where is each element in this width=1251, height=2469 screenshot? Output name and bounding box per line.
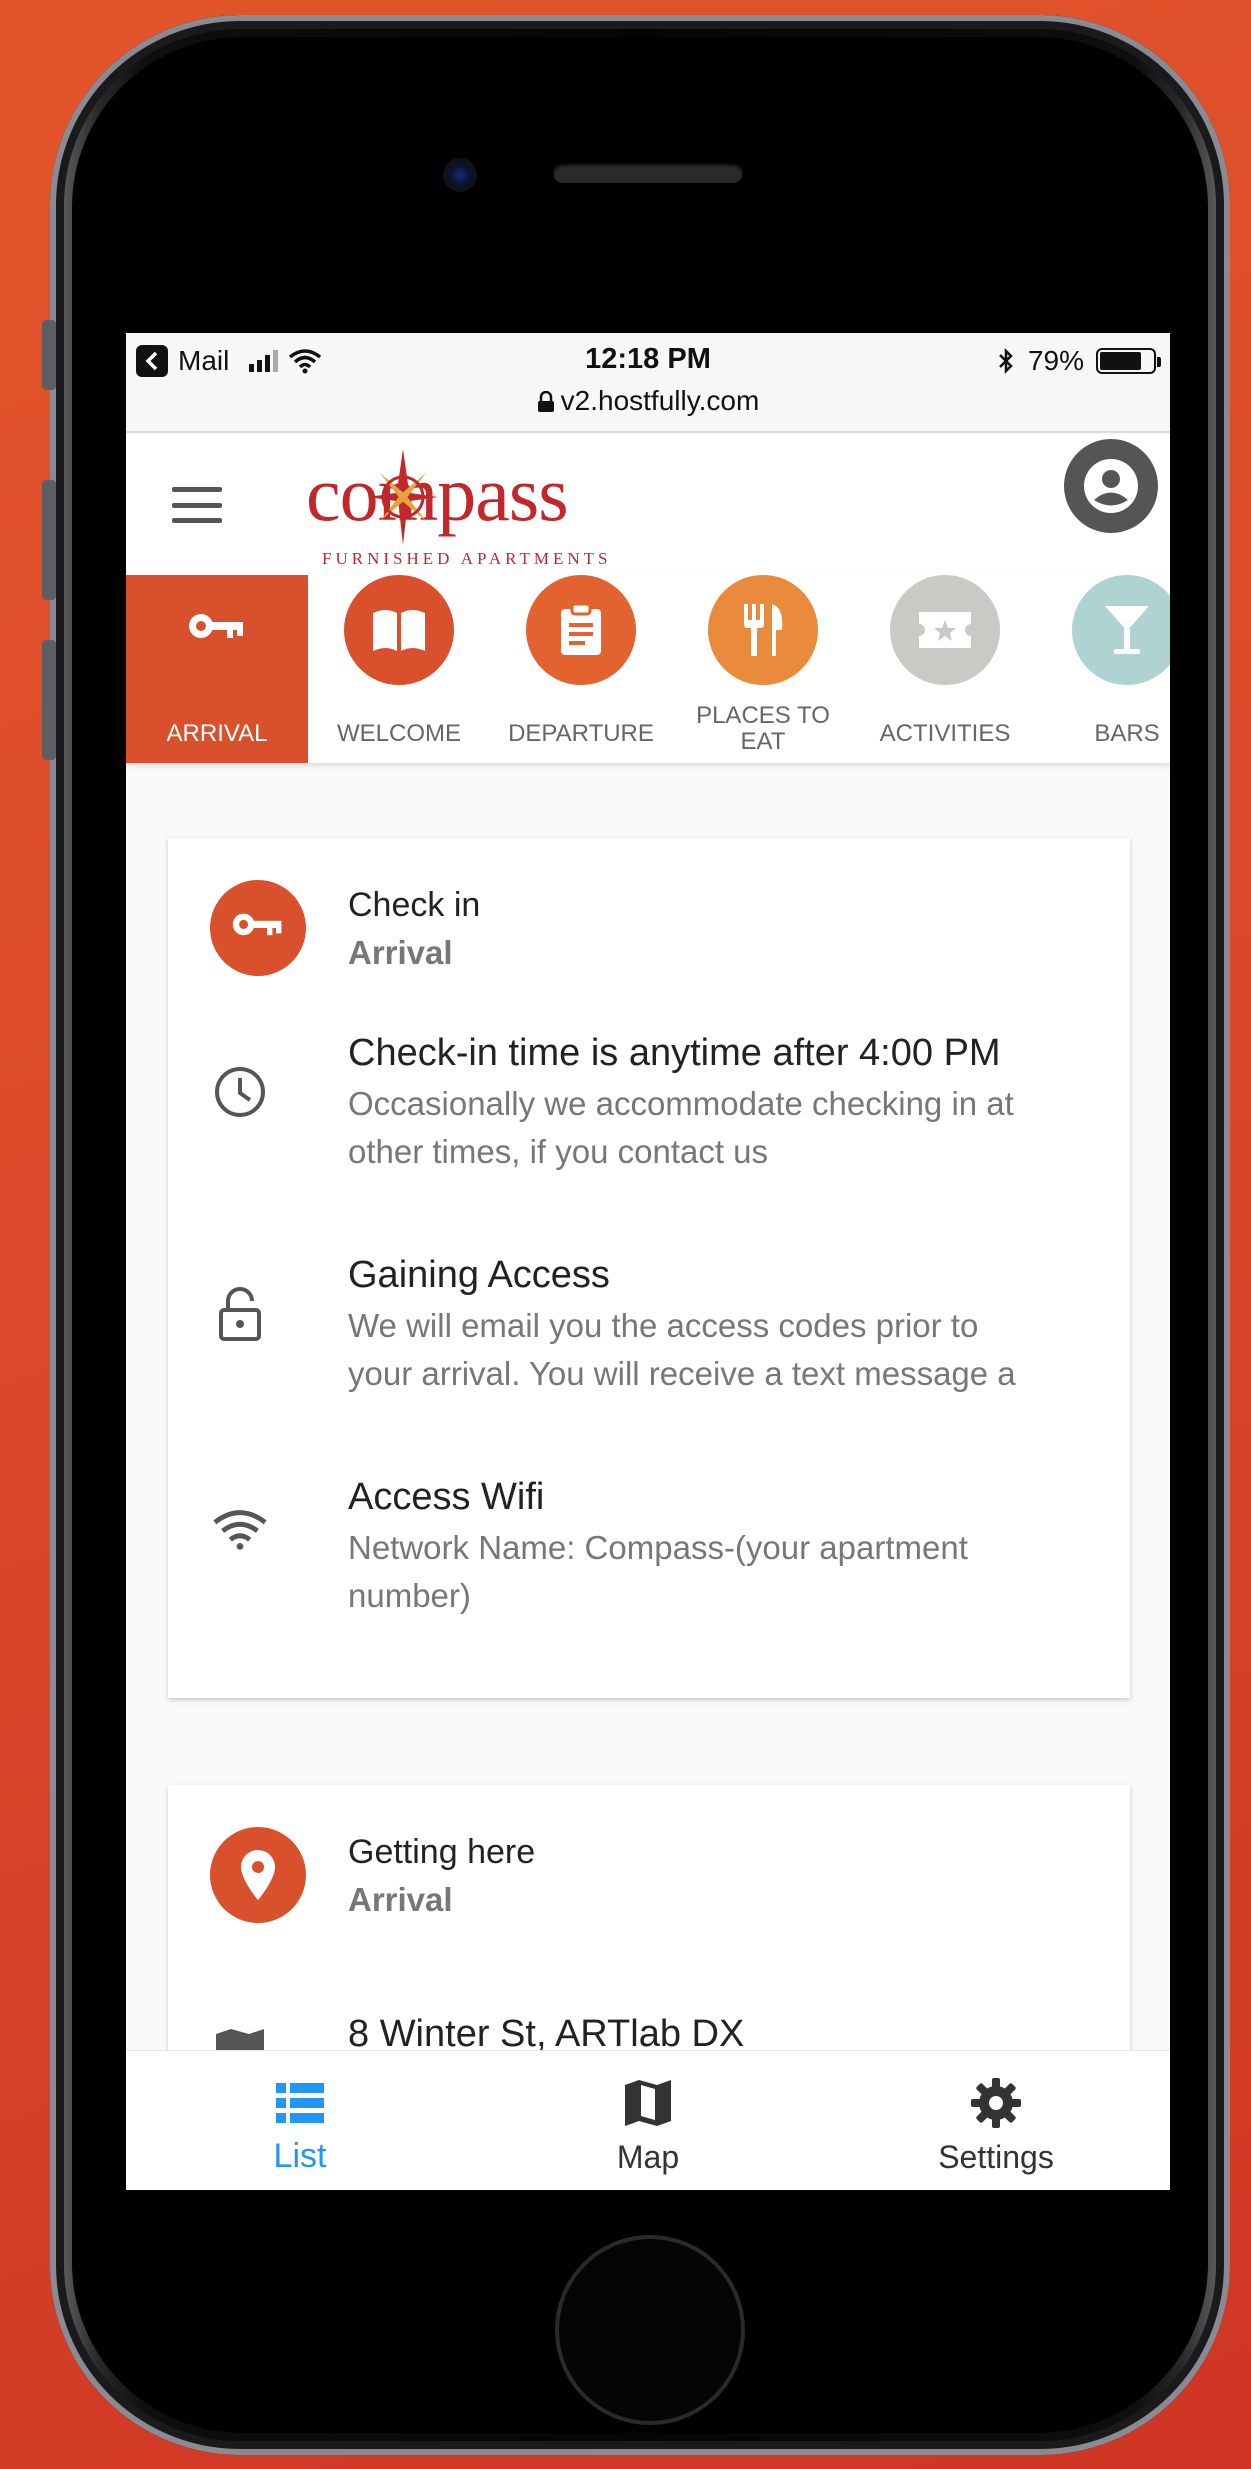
tab-bars[interactable]: BARS bbox=[1036, 575, 1170, 763]
logo-subtitle: FURNISHED APARTMENTS bbox=[322, 549, 612, 568]
nav-label: List bbox=[273, 2137, 327, 2175]
app-header: compass FURNISHED APARTMENTS bbox=[126, 435, 1170, 575]
row-title: Check-in time is anytime after 4:00 PM bbox=[348, 1032, 1001, 1074]
card-title: Getting here bbox=[348, 1833, 536, 1871]
battery-percent: 79% bbox=[1027, 345, 1084, 376]
phone-screen: Mail 12:18 PM v2.hostfully.com 79% compa… bbox=[126, 333, 1170, 2190]
earpiece-speaker bbox=[553, 163, 743, 183]
tab-label: BARS bbox=[1094, 720, 1160, 747]
bluetooth-icon bbox=[999, 347, 1013, 375]
row-title: Access Wifi bbox=[348, 1476, 545, 1518]
account-avatar-button[interactable] bbox=[1064, 439, 1158, 533]
nav-label: Map bbox=[616, 2139, 680, 2175]
check-in-card[interactable]: Check in Arrival Check-in time is anytim… bbox=[168, 838, 1130, 1698]
row-description: We will email you the access codes prior… bbox=[348, 1307, 1016, 1392]
nav-label: Settings bbox=[938, 2139, 1054, 2175]
key-icon bbox=[162, 575, 272, 685]
tab-label: ARRIVAL bbox=[166, 720, 268, 747]
row-description: Network Name: Compass-(your apartment num… bbox=[348, 1529, 968, 1614]
user-circle-icon bbox=[1084, 459, 1138, 513]
tab-arrival[interactable]: ARRIVAL bbox=[126, 575, 308, 763]
row-title: Gaining Access bbox=[348, 1254, 610, 1296]
url-text: v2.hostfully.com bbox=[560, 385, 760, 416]
compass-logo[interactable]: compass FURNISHED APARTMENTS bbox=[306, 445, 646, 570]
tab-label: ACTIVITIES bbox=[879, 720, 1011, 747]
clock-icon bbox=[212, 1064, 268, 1120]
gear-icon bbox=[966, 2073, 1026, 2133]
card-subtitle: Arrival bbox=[348, 934, 453, 971]
address-bar[interactable]: v2.hostfully.com bbox=[126, 385, 1170, 417]
tab-activities[interactable]: ACTIVITIES bbox=[854, 575, 1036, 763]
menu-icon[interactable] bbox=[172, 487, 222, 523]
category-tabs: ARRIVAL WELCOME DEPARTURE PLACES TO EAT A… bbox=[126, 575, 1170, 763]
compass-star-icon bbox=[368, 449, 438, 545]
map-icon bbox=[618, 2073, 678, 2133]
tab-label: PLACES TO EAT bbox=[696, 702, 830, 755]
ticket-icon bbox=[890, 575, 1000, 685]
tab-places-to-eat[interactable]: PLACES TO EAT bbox=[672, 575, 854, 763]
card-subtitle: Arrival bbox=[348, 1881, 453, 1918]
battery-icon bbox=[1096, 348, 1161, 374]
padlock-icon bbox=[537, 390, 554, 412]
nav-settings[interactable]: Settings bbox=[822, 2051, 1170, 2190]
tab-label: WELCOME bbox=[336, 720, 461, 747]
wifi-icon bbox=[212, 1502, 268, 1558]
row-description: Occasionally we accommodate checking in … bbox=[348, 1085, 1014, 1170]
mute-switch bbox=[42, 320, 56, 390]
volume-down-button bbox=[42, 640, 56, 760]
cocktail-icon bbox=[1072, 575, 1170, 685]
nav-list[interactable]: List bbox=[126, 2051, 474, 2190]
list-icon bbox=[270, 2073, 330, 2133]
book-icon bbox=[344, 575, 454, 685]
status-bar: Mail 12:18 PM v2.hostfully.com 79% bbox=[126, 333, 1170, 433]
fork-knife-icon bbox=[708, 575, 818, 685]
tab-departure[interactable]: DEPARTURE bbox=[490, 575, 672, 763]
front-camera bbox=[443, 158, 477, 192]
bottom-navigation: List Map Settings bbox=[126, 2050, 1170, 2190]
nav-map[interactable]: Map bbox=[474, 2051, 822, 2190]
lock-icon bbox=[212, 1286, 268, 1342]
clipboard-icon bbox=[526, 575, 636, 685]
tab-welcome[interactable]: WELCOME bbox=[308, 575, 490, 763]
volume-up-button bbox=[42, 480, 56, 600]
tab-label: DEPARTURE bbox=[508, 720, 654, 747]
home-button[interactable] bbox=[555, 2235, 745, 2425]
card-title: Check in bbox=[348, 886, 481, 924]
status-right: 79% bbox=[996, 345, 1161, 377]
key-icon bbox=[210, 880, 306, 976]
location-pin-icon bbox=[210, 1827, 306, 1923]
